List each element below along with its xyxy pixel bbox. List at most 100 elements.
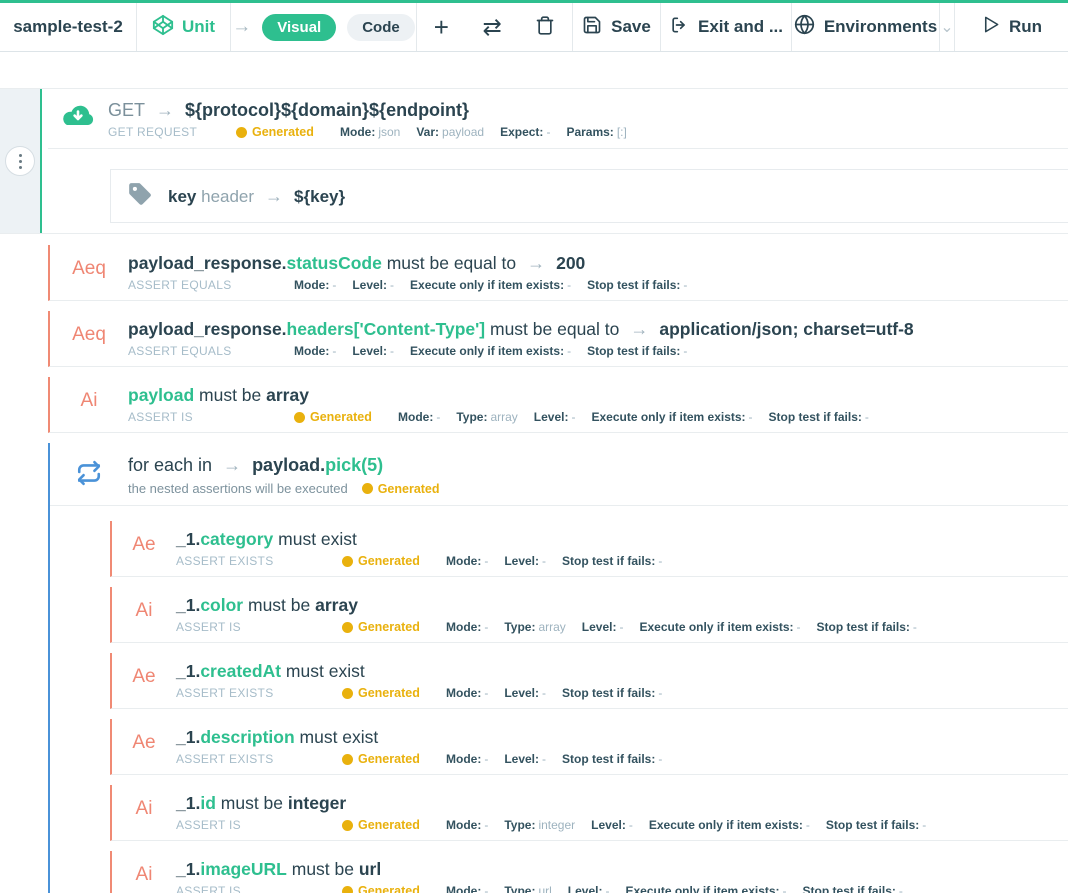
run-label: Run (1009, 17, 1042, 37)
assertion-row[interactable]: Ae _1.category must exist ASSERT EXISTS … (110, 521, 1068, 577)
assertion-row[interactable]: Ai _1.color must be array ASSERT IS Gene… (110, 587, 1068, 643)
assertion-row[interactable]: Ai payload must be array ASSERT IS Gener… (48, 377, 1068, 433)
generated-dot-icon (342, 886, 353, 893)
assertion-subject: _1. (176, 595, 200, 615)
meta-field: Stop test if fails:- (826, 818, 926, 832)
environments-button[interactable]: Environments (792, 3, 940, 51)
arrow-right-icon: → (630, 319, 648, 339)
assertion-predicate: must exist (281, 661, 365, 681)
run-button[interactable]: Run (955, 3, 1068, 51)
generated-dot-icon (342, 754, 353, 765)
generated-dot-icon (342, 622, 353, 633)
meta-field: Expect:- (500, 125, 550, 139)
get-request-row[interactable]: GET→${protocol}${domain}${endpoint} GET … (48, 89, 1068, 149)
header-type: header (201, 187, 254, 206)
assertion-badge: Ae (112, 660, 176, 700)
environments-dropdown-toggle[interactable]: ⌄ (940, 3, 955, 51)
assertion-predicate: must exist (295, 727, 379, 747)
exit-and-save-button[interactable]: Exit and ... (661, 3, 792, 51)
globe-icon (794, 14, 815, 40)
assertion-field: headers['Content-Type'] (287, 319, 486, 339)
generated-badge: Generated (342, 884, 430, 893)
assertion-subject: _1. (176, 727, 200, 747)
generated-dot-icon (362, 483, 373, 494)
component-menu-button[interactable] (5, 146, 35, 176)
assertion-predicate: must be equal to (382, 253, 516, 273)
unit-label: Unit (182, 17, 215, 37)
meta-field: Execute only if item exists:- (591, 410, 752, 424)
assertion-value: integer (288, 793, 346, 813)
toolbar: sample-test-2 Unit → Visual Code + ⇄ Sav… (0, 0, 1068, 52)
component-kind: ASSERT IS (176, 620, 326, 634)
request-url: ${protocol}${domain}${endpoint} (185, 100, 469, 120)
for-each-component: for each in→payload.pick(5) the nested a… (48, 443, 1068, 893)
component-tools: + ⇄ (417, 3, 573, 51)
delete-button[interactable] (535, 15, 555, 39)
generated-badge: Generated (362, 482, 450, 496)
code-tab[interactable]: Code (347, 14, 415, 41)
header-key-row[interactable]: key header→${key} (110, 169, 1068, 223)
repeat-loop-icon (50, 453, 128, 496)
assertion-value: 200 (556, 253, 585, 273)
add-component-button[interactable]: + (434, 14, 449, 40)
arrow-right-icon: → (527, 253, 545, 273)
play-icon (981, 15, 1000, 39)
assertion-value: array (266, 385, 309, 405)
assertion-predicate: must be (194, 385, 266, 405)
environments-label: Environments (824, 17, 937, 37)
component-kind: GET REQUEST (108, 125, 220, 139)
meta-field: Execute only if item exists:- (410, 344, 571, 358)
generated-dot-icon (342, 556, 353, 567)
assertion-row[interactable]: Ai _1.id must be integer ASSERT IS Gener… (110, 785, 1068, 841)
assertion-badge: Ai (112, 594, 176, 634)
assertion-row[interactable]: Ae _1.createdAt must exist ASSERT EXISTS… (110, 653, 1068, 709)
meta-field: Level:- (352, 278, 394, 292)
save-label: Save (611, 17, 651, 37)
assertion-field: id (200, 793, 216, 813)
meta-field: Execute only if item exists:- (649, 818, 810, 832)
assertion-predicate: must exist (273, 529, 357, 549)
plus-icon: + (434, 14, 449, 40)
generated-dot-icon (236, 127, 247, 138)
assertion-value: url (359, 859, 381, 879)
meta-field: Stop test if fails:- (587, 278, 687, 292)
header-name: key (168, 187, 196, 206)
assertion-badge: Aeq (50, 318, 128, 358)
meta-field: Level:- (582, 620, 624, 634)
meta-field: Stop test if fails:- (587, 344, 687, 358)
component-rail (0, 89, 42, 233)
assertion-row[interactable]: Aeq payload_response.headers['Content-Ty… (48, 311, 1068, 367)
unit-type-button[interactable]: Unit (137, 3, 231, 51)
generated-badge: Generated (342, 818, 430, 832)
generated-badge: Generated (236, 125, 324, 139)
generated-dot-icon (294, 412, 305, 423)
assertion-predicate: must be (243, 595, 315, 615)
reorder-button[interactable]: ⇄ (482, 16, 501, 39)
generated-dot-icon (342, 820, 353, 831)
meta-field: Execute only if item exists:- (639, 620, 800, 634)
assertion-predicate: must be (216, 793, 288, 813)
visual-tab[interactable]: Visual (262, 14, 336, 41)
assertion-row[interactable]: Ae _1.description must exist ASSERT EXIS… (110, 719, 1068, 775)
meta-field: Type:integer (504, 818, 575, 832)
assertion-badge: Ae (112, 726, 176, 766)
assertion-field: createdAt (200, 661, 281, 681)
assertion-badge: Aeq (50, 252, 128, 292)
meta-field: Level:- (534, 410, 576, 424)
cloud-download-icon (60, 104, 96, 139)
editor-mode-switch: → Visual Code (231, 3, 417, 51)
chevron-down-icon: ⌄ (940, 17, 953, 37)
assertion-row[interactable]: Aeq payload_response.statusCode must be … (48, 245, 1068, 301)
save-button[interactable]: Save (573, 3, 661, 51)
for-each-row[interactable]: for each in→payload.pick(5) the nested a… (50, 443, 1068, 506)
meta-field: Stop test if fails:- (562, 554, 662, 568)
meta-field: Level:- (352, 344, 394, 358)
exit-icon (669, 15, 689, 40)
component-kind: ASSERT EXISTS (176, 554, 326, 568)
assertion-subject: _1. (176, 793, 200, 813)
generated-badge: Generated (342, 620, 430, 634)
loop-label: for each in (128, 455, 212, 475)
assertion-row[interactable]: Ai _1.imageURL must be url ASSERT IS Gen… (110, 851, 1068, 893)
meta-field: Mode:- (446, 686, 488, 700)
meta-field: Stop test if fails:- (562, 686, 662, 700)
